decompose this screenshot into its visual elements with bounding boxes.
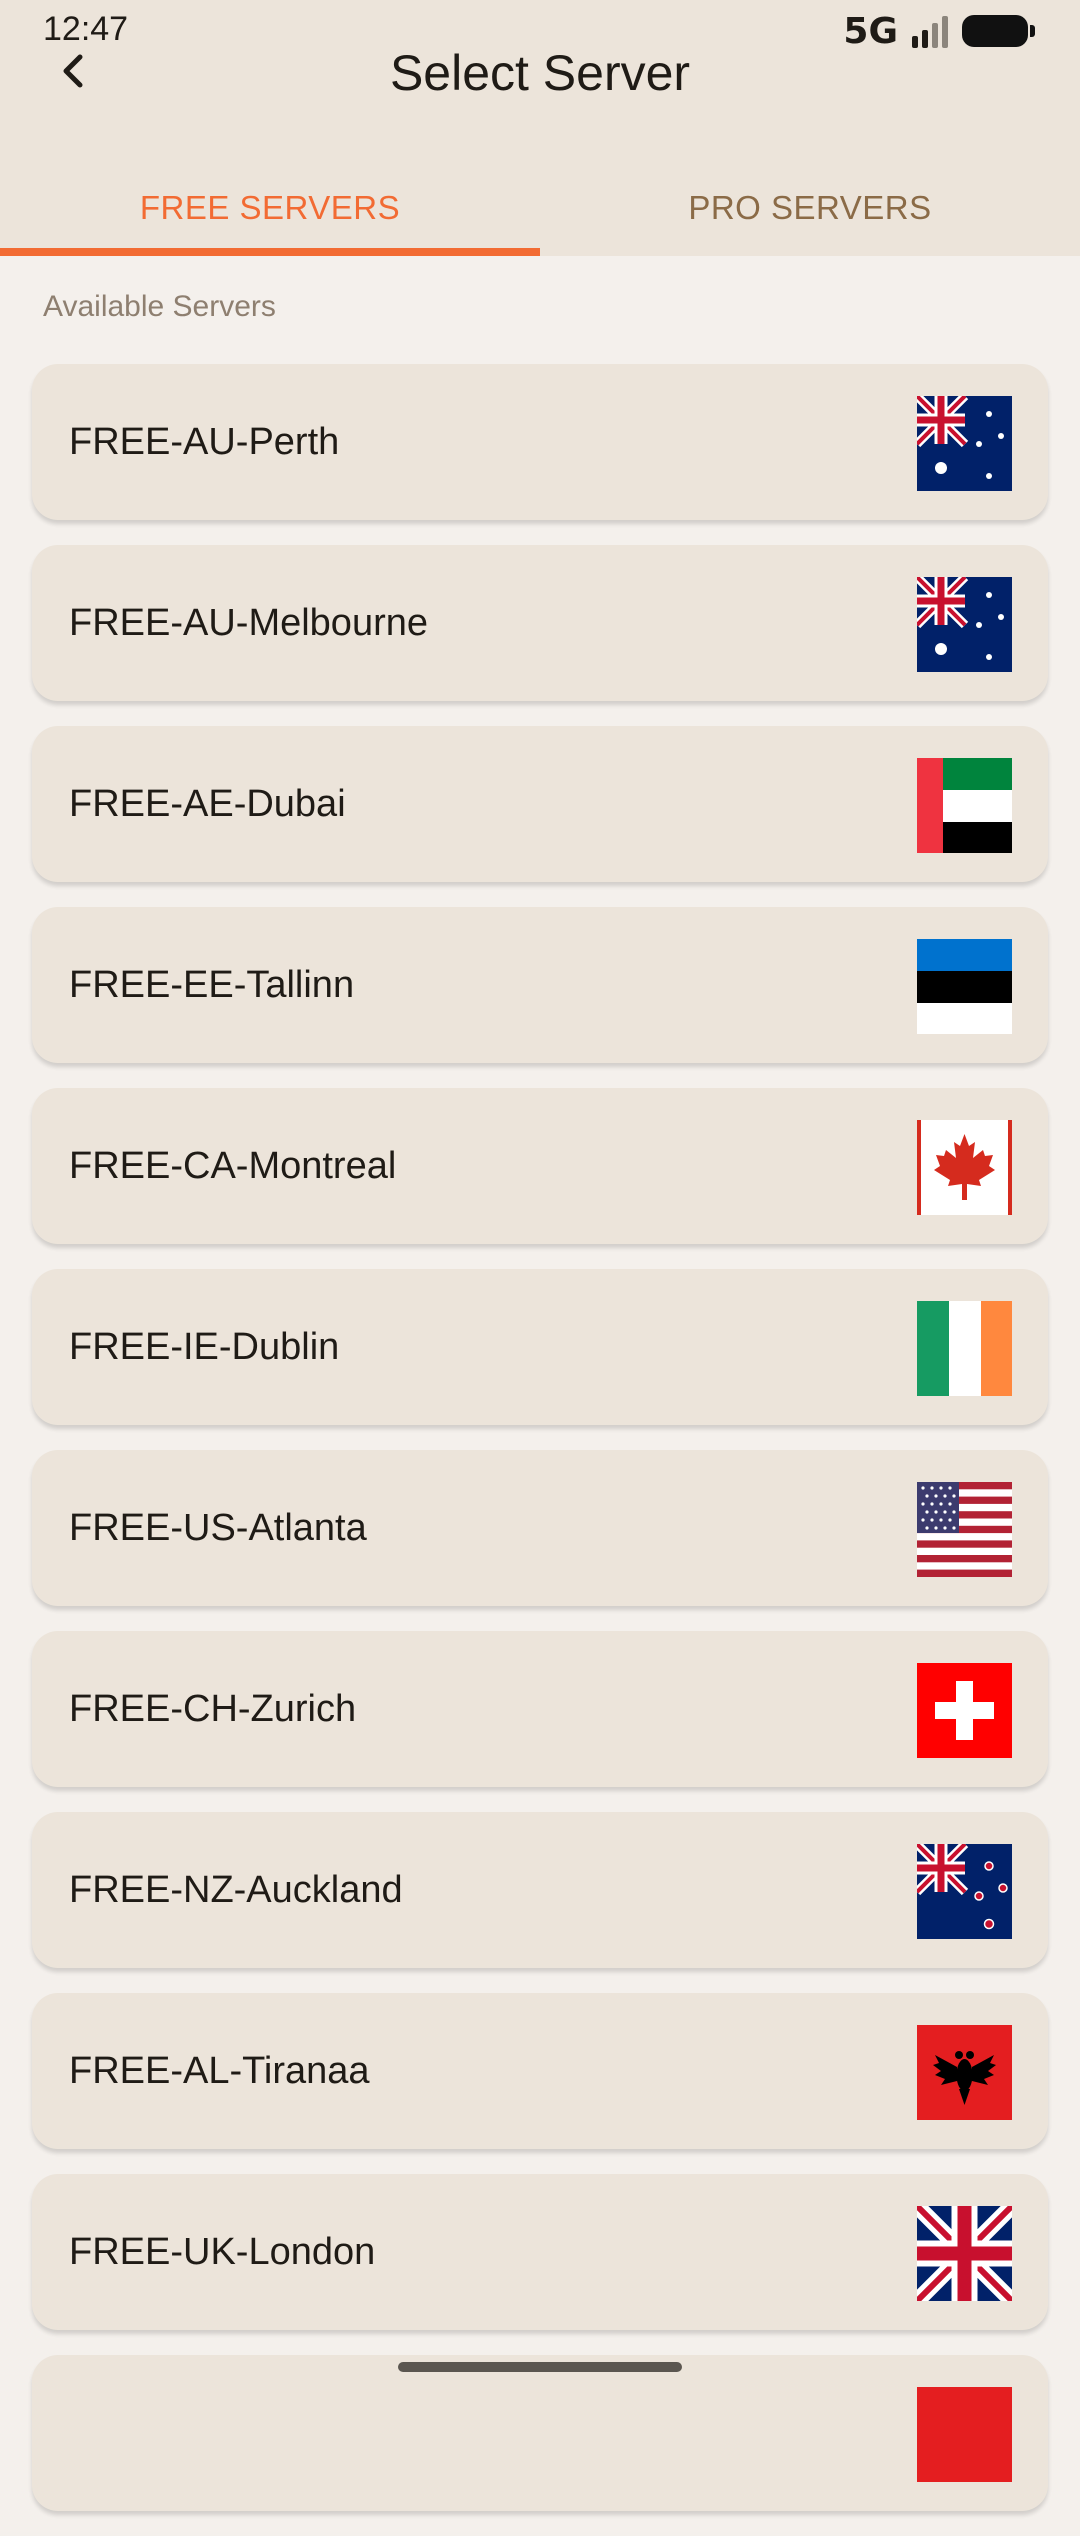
- server-item[interactable]: FREE-AU-Melbourne: [32, 545, 1048, 701]
- server-name: FREE-EE-Tallinn: [69, 963, 355, 1006]
- albania-flag-icon: [917, 2025, 1012, 2120]
- home-indicator[interactable]: [398, 2362, 682, 2372]
- server-tabs: FREE SERVERS PRO SERVERS: [0, 160, 1080, 256]
- uk-flag-icon: [917, 2206, 1012, 2301]
- server-item[interactable]: FREE-US-Atlanta: [32, 1450, 1048, 1606]
- page-title: Select Server: [389, 45, 691, 101]
- server-list: FREE-AU-Perth FREE-AU-Melbourne FREE-AE-…: [32, 364, 1048, 2536]
- battery-icon: [962, 15, 1035, 47]
- server-name: FREE-AU-Melbourne: [69, 601, 428, 644]
- server-item[interactable]: FREE-AE-Dubai: [32, 726, 1048, 882]
- new-zealand-flag-icon: [917, 1844, 1012, 1939]
- red-flag-icon: [917, 2387, 1012, 2482]
- server-name: FREE-CA-Montreal: [69, 1144, 397, 1187]
- server-item[interactable]: FREE-CH-Zurich: [32, 1631, 1048, 1787]
- australia-flag-icon: [917, 577, 1012, 672]
- server-name: FREE-CH-Zurich: [69, 1687, 357, 1730]
- server-item[interactable]: FREE-AL-Tiranaa: [32, 1993, 1048, 2149]
- uae-flag-icon: [917, 758, 1012, 853]
- server-item[interactable]: FREE-AU-Perth: [32, 364, 1048, 520]
- server-item[interactable]: FREE-IE-Dublin: [32, 1269, 1048, 1425]
- server-name: FREE-US-Atlanta: [69, 1506, 367, 1549]
- server-item[interactable]: FREE-EE-Tallinn: [32, 907, 1048, 1063]
- server-name: FREE-AU-Perth: [69, 420, 340, 463]
- tab-label: FREE SERVERS: [139, 189, 401, 226]
- canada-flag-icon: [917, 1120, 1012, 1215]
- server-name: FREE-AE-Dubai: [69, 782, 346, 825]
- tab-pro-servers[interactable]: PRO SERVERS: [540, 160, 1080, 256]
- tab-label: PRO SERVERS: [688, 189, 932, 226]
- section-label: Available Servers: [43, 290, 276, 323]
- tab-free-servers[interactable]: FREE SERVERS: [0, 160, 540, 256]
- server-name: FREE-AL-Tiranaa: [69, 2049, 370, 2092]
- server-name: FREE-IE-Dublin: [69, 1325, 340, 1368]
- switzerland-flag-icon: [917, 1663, 1012, 1758]
- usa-flag-icon: [917, 1482, 1012, 1577]
- server-item[interactable]: FREE-NZ-Auckland: [32, 1812, 1048, 1968]
- signal-icon: [912, 14, 948, 48]
- server-item[interactable]: FREE-UK-London: [32, 2174, 1048, 2330]
- app-header: 12:47 5G Select Server FREE SERVERS PRO …: [0, 0, 1080, 256]
- estonia-flag-icon: [917, 939, 1012, 1034]
- server-name: FREE-NZ-Auckland: [69, 1868, 403, 1911]
- ireland-flag-icon: [917, 1301, 1012, 1396]
- active-tab-indicator: [0, 248, 540, 256]
- australia-flag-icon: [917, 396, 1012, 491]
- server-item[interactable]: [32, 2355, 1048, 2511]
- server-name: FREE-UK-London: [69, 2230, 376, 2273]
- server-item[interactable]: FREE-CA-Montreal: [32, 1088, 1048, 1244]
